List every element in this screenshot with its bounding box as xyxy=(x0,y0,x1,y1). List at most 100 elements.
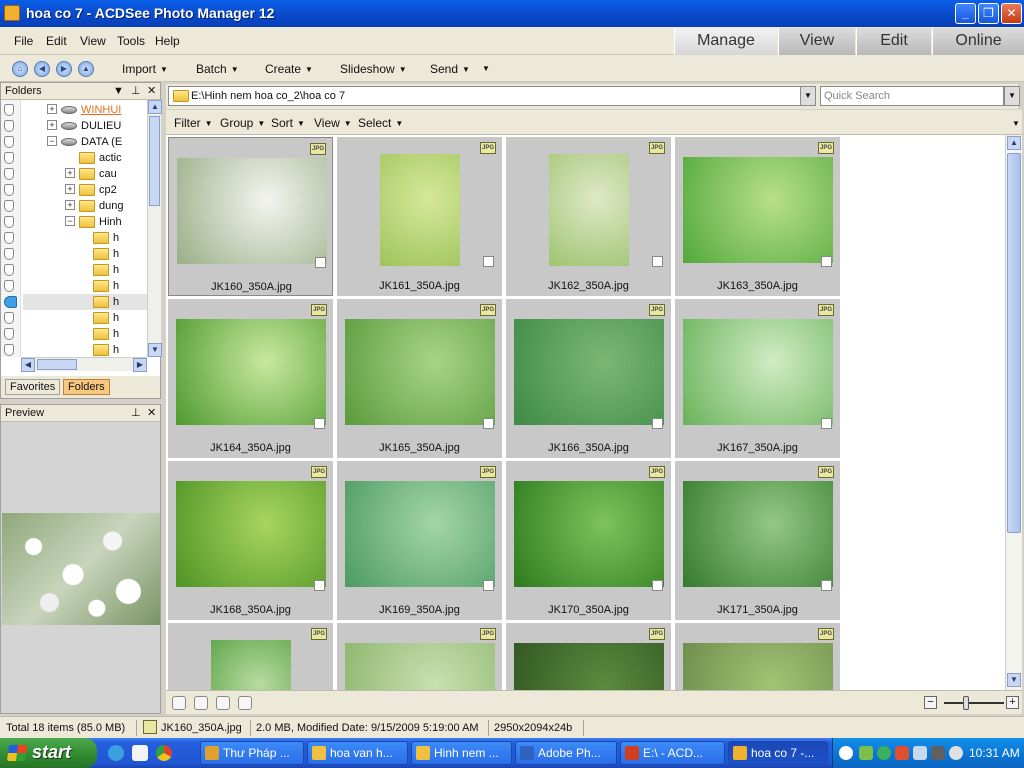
folder-tree[interactable]: + WINHUI + DULIEU − DATA (E actic + cau + cp2 + dung… xyxy=(1,100,147,357)
taskbar-button[interactable]: Adobe Ph... xyxy=(515,741,617,765)
taskbar-button[interactable]: E:\ - ACD... xyxy=(620,741,725,765)
home-icon[interactable]: ⌂ xyxy=(12,61,28,77)
menu-view[interactable]: View xyxy=(80,34,106,48)
tray-network-icon[interactable] xyxy=(859,746,873,760)
thumbnail-checkbox[interactable] xyxy=(483,418,494,429)
folder-tree-vscroll[interactable]: ▲ ▼ xyxy=(147,100,162,357)
expand-toggle-icon[interactable]: − xyxy=(65,216,75,226)
mode-tab-manage[interactable]: Manage xyxy=(674,28,777,55)
sort-menu[interactable]: Sort ▼ xyxy=(271,116,305,130)
thumbnail-image[interactable] xyxy=(513,643,664,690)
rotate-left-icon[interactable] xyxy=(194,696,208,710)
folder-tree-item[interactable]: + WINHUI xyxy=(23,102,147,118)
thumbnail-image[interactable] xyxy=(513,319,664,425)
thumbnail-checkbox[interactable] xyxy=(483,580,494,591)
thumbnail-image[interactable] xyxy=(682,643,833,690)
ie-icon[interactable] xyxy=(108,745,124,761)
pin-icon[interactable] xyxy=(4,152,14,164)
zoom-slider-track[interactable] xyxy=(944,702,1004,704)
select-menu[interactable]: Select ▼ xyxy=(358,116,403,130)
thumbnail-image[interactable] xyxy=(379,154,460,266)
thumbnail-image[interactable] xyxy=(175,481,326,587)
thumbnail-item[interactable]: JPG JK168_350A.jpg xyxy=(168,461,333,620)
folder-tree-item[interactable]: h xyxy=(23,262,147,278)
folder-tree-item[interactable]: h xyxy=(23,278,147,294)
pin-icon[interactable]: ⊥ xyxy=(131,83,141,99)
taskbar-button[interactable]: Thư Pháp ... xyxy=(200,741,304,765)
tab-folders[interactable]: Folders xyxy=(63,379,110,395)
thumbnail-image[interactable] xyxy=(682,481,833,587)
expand-toggle-icon[interactable]: + xyxy=(47,104,57,114)
scroll-down-icon[interactable]: ▼ xyxy=(148,343,162,357)
thumbnail-image[interactable] xyxy=(175,319,326,425)
search-dropdown-icon[interactable]: ▼ xyxy=(1004,86,1020,106)
path-dropdown-icon[interactable]: ▼ xyxy=(800,86,816,106)
menu-file[interactable]: File xyxy=(14,34,33,48)
path-field[interactable]: E:\Hinh nem hoa co_2\hoa co 7 xyxy=(168,86,816,106)
folder-tree-item[interactable]: + DULIEU xyxy=(23,118,147,134)
pin-icon[interactable] xyxy=(4,312,14,324)
thumbnail-item[interactable]: JPG JK164_350A.jpg xyxy=(168,299,333,458)
thumbnail-checkbox[interactable] xyxy=(821,580,832,591)
compare-icon[interactable] xyxy=(238,696,252,710)
thumbnail-checkbox[interactable] xyxy=(821,256,832,267)
thumbnail-item[interactable]: JPG JK166_350A.jpg xyxy=(506,299,671,458)
forward-icon[interactable]: ▶ xyxy=(56,61,72,77)
pin-icon[interactable] xyxy=(4,136,14,148)
thumbnail-grid-vscroll[interactable]: ▲ ▼ xyxy=(1005,135,1022,690)
thumbnail-checkbox[interactable] xyxy=(652,256,663,267)
thumbnail-item[interactable]: JPG JK170_350A.jpg xyxy=(506,461,671,620)
view-menu[interactable]: View ▼ xyxy=(314,116,352,130)
thumbnail-checkbox[interactable] xyxy=(483,256,494,267)
folder-tree-item[interactable]: h xyxy=(23,230,147,246)
pin-icon[interactable] xyxy=(4,296,17,308)
panel-close-icon[interactable]: ✕ xyxy=(147,83,156,99)
scroll-left-icon[interactable]: ◀ xyxy=(21,358,35,372)
expand-toggle-icon[interactable]: + xyxy=(65,200,75,210)
expand-toggle-icon[interactable]: − xyxy=(47,136,57,146)
zoom-slider-knob[interactable] xyxy=(963,696,969,710)
thumbnail-item[interactable]: JPG JK160_350A.jpg xyxy=(168,137,333,296)
thumbnail-checkbox[interactable] xyxy=(314,580,325,591)
thumbnail-image[interactable] xyxy=(548,154,629,266)
pin-icon[interactable] xyxy=(4,184,14,196)
thumbnail-checkbox[interactable] xyxy=(652,580,663,591)
tray-display-icon[interactable] xyxy=(913,746,927,760)
expand-toggle-icon[interactable]: + xyxy=(65,184,75,194)
quick-search-input[interactable]: Quick Search xyxy=(820,86,1004,106)
maximize-button[interactable]: ❐ xyxy=(978,3,999,24)
filterbar-overflow-icon[interactable]: ▼ xyxy=(1012,119,1020,128)
scroll-thumb[interactable] xyxy=(149,116,160,206)
tray-printer-icon[interactable] xyxy=(931,746,945,760)
menu-edit[interactable]: Edit xyxy=(46,34,67,48)
up-icon[interactable]: ▲ xyxy=(78,61,94,77)
tray-security-icon[interactable] xyxy=(877,746,891,760)
folder-tree-item[interactable]: h xyxy=(23,294,147,310)
menu-tools[interactable]: Tools xyxy=(117,34,145,48)
pin-icon[interactable] xyxy=(4,264,14,276)
thumbnail-item[interactable]: JPG xyxy=(675,623,840,690)
group-menu[interactable]: Group ▼ xyxy=(220,116,265,130)
pin-icon[interactable] xyxy=(4,280,14,292)
hscroll-thumb[interactable] xyxy=(37,359,77,370)
thumbnail-item[interactable]: JPG JK162_350A.jpg xyxy=(506,137,671,296)
scroll-down-icon[interactable]: ▼ xyxy=(1007,673,1021,687)
folder-tree-item[interactable]: − DATA (E xyxy=(23,134,147,150)
thumbnail-image[interactable] xyxy=(682,319,833,425)
thumbnail-item[interactable]: JPG JK167_350A.jpg xyxy=(675,299,840,458)
back-icon[interactable]: ◀ xyxy=(34,61,50,77)
create-menu[interactable]: Create ▼ xyxy=(265,62,313,76)
thumbnail-image[interactable] xyxy=(210,640,291,690)
panel-close-icon[interactable]: ✕ xyxy=(147,405,156,421)
thumbnail-checkbox[interactable] xyxy=(315,257,326,268)
taskbar-button[interactable]: hoa van h... xyxy=(307,741,408,765)
menu-help[interactable]: Help xyxy=(155,34,180,48)
thumbnail-item[interactable]: JPG JK163_350A.jpg xyxy=(675,137,840,296)
tab-favorites[interactable]: Favorites xyxy=(5,379,61,395)
folder-tree-item[interactable]: actic xyxy=(23,150,147,166)
slideshow-menu[interactable]: Slideshow ▼ xyxy=(340,62,407,76)
taskbar-button[interactable]: Hinh nem ... xyxy=(411,741,512,765)
folder-tree-item[interactable]: + cp2 xyxy=(23,182,147,198)
thumbnail-item[interactable]: JPG JK169_350A.jpg xyxy=(337,461,502,620)
thumbnail-image[interactable] xyxy=(344,643,495,690)
